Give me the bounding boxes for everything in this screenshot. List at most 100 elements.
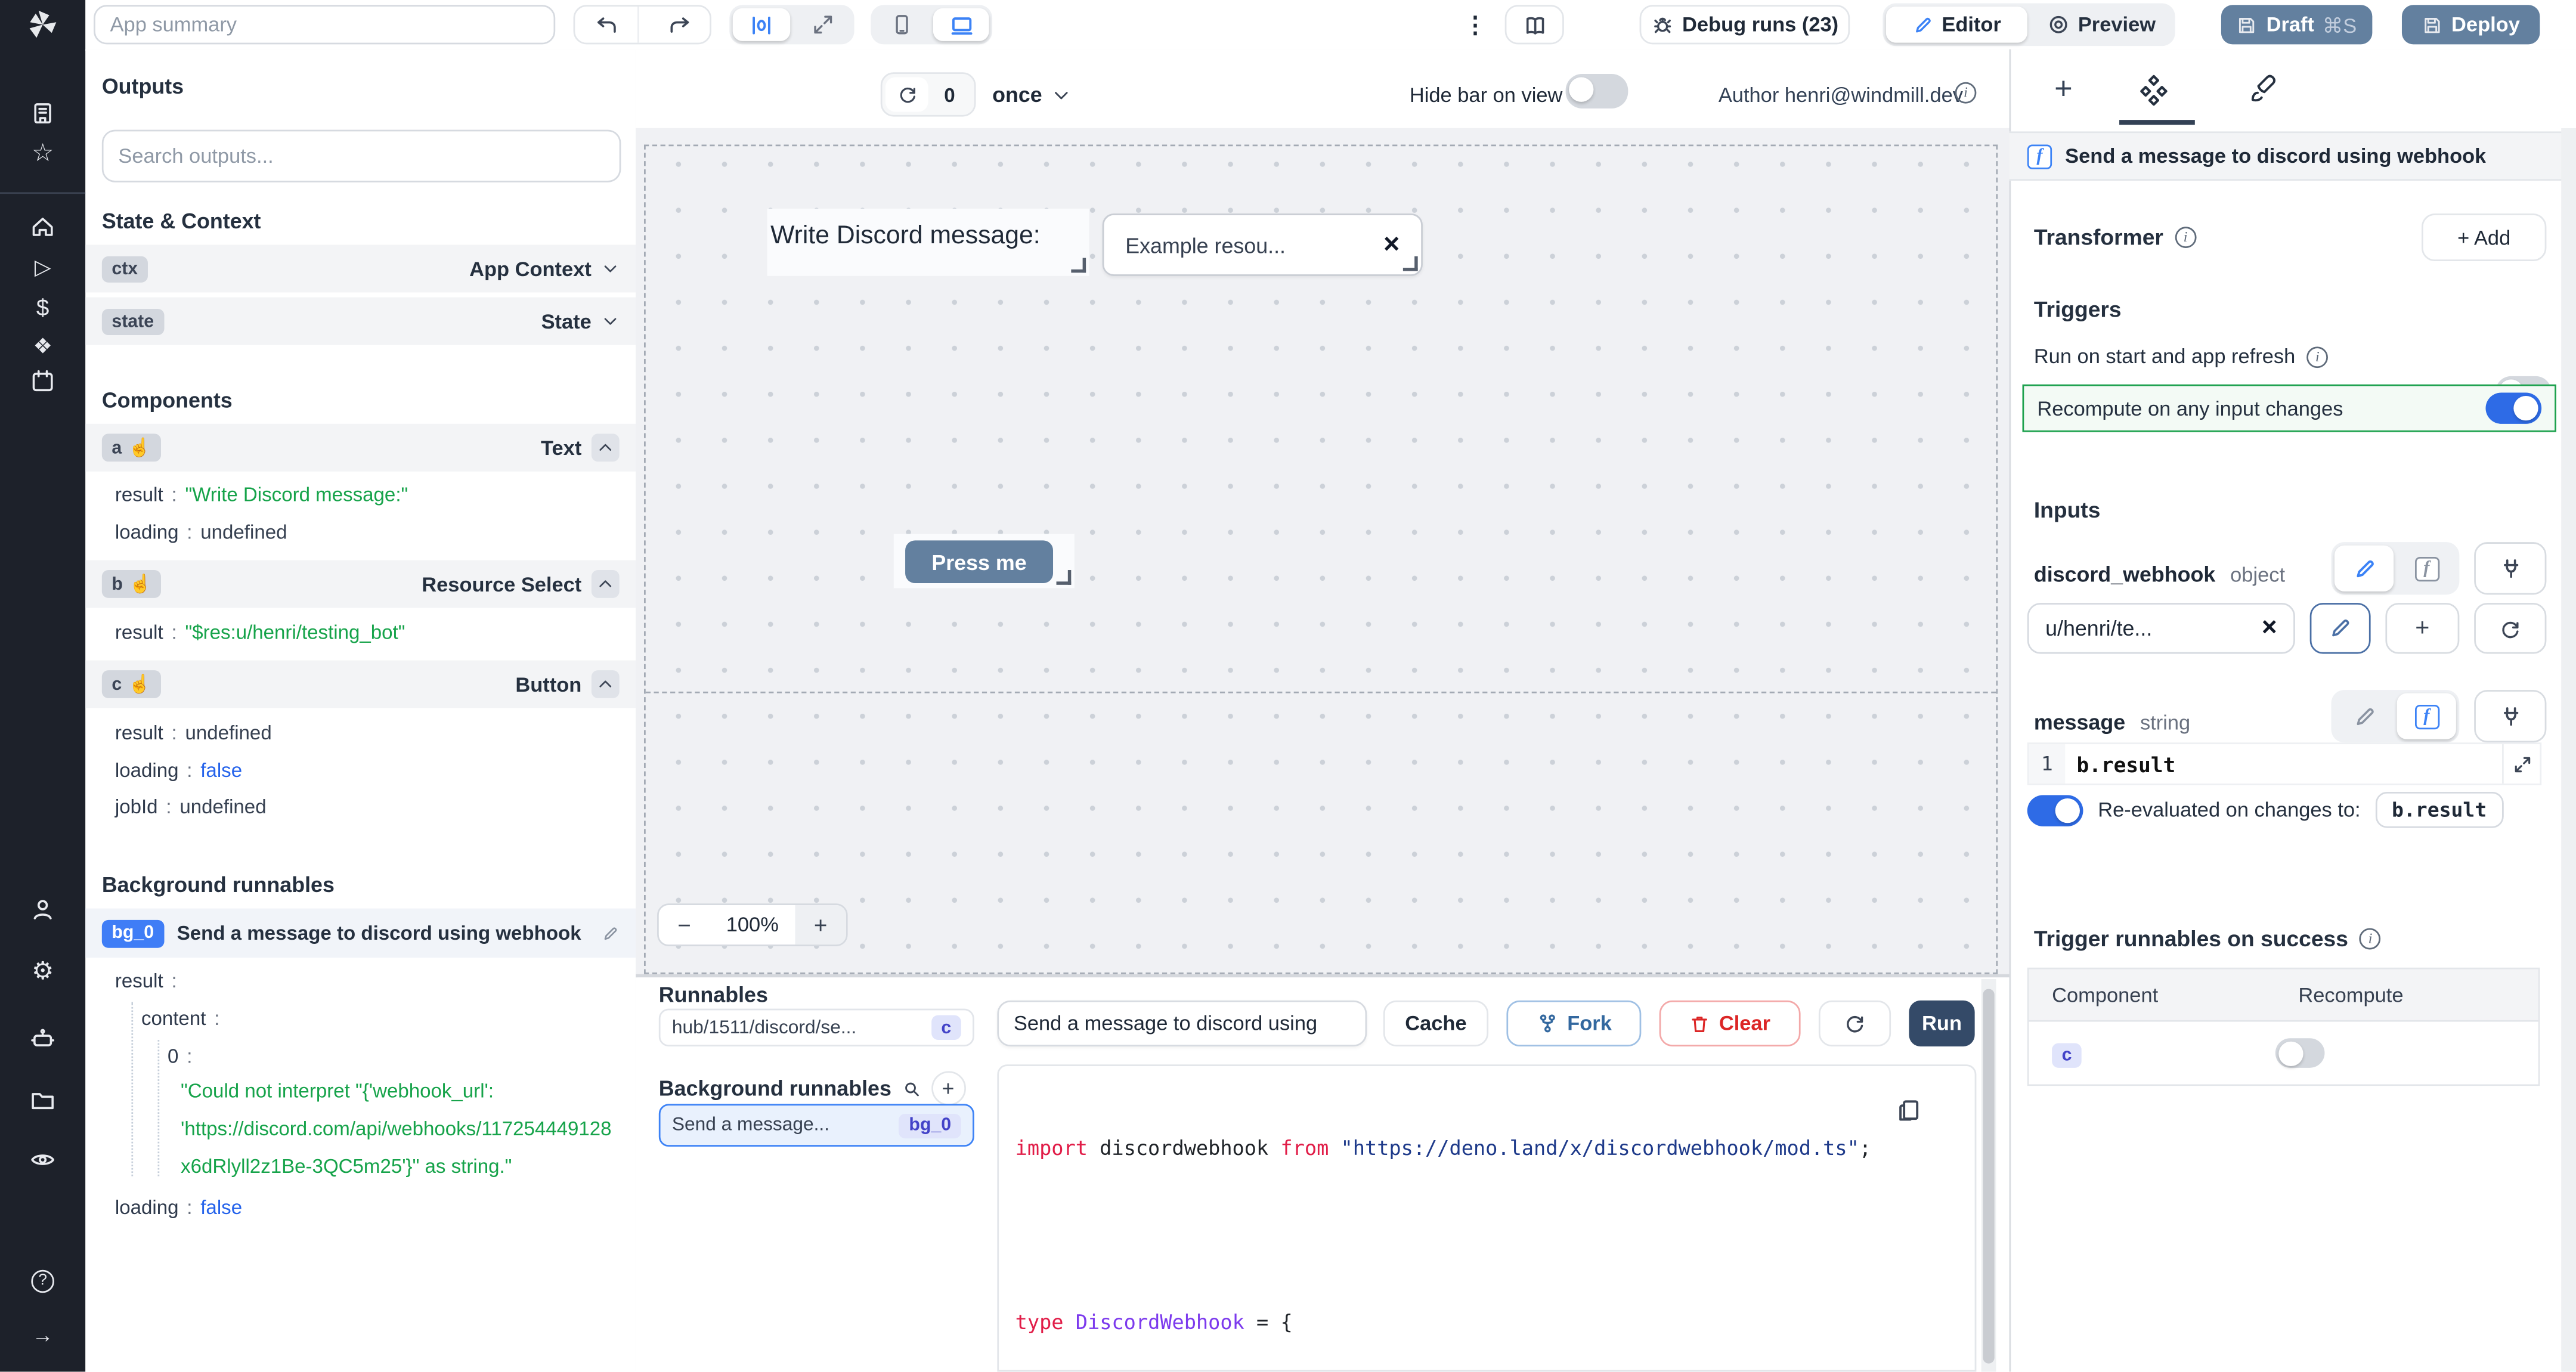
runnable-item[interactable]: hub/1511/discord/se... c bbox=[659, 1009, 974, 1046]
canvas-app-bottom-edge[interactable] bbox=[646, 692, 1996, 693]
eval-function-icon[interactable]: f bbox=[2397, 546, 2456, 591]
scrollbar-track[interactable] bbox=[2561, 128, 2576, 1372]
zoom-out-button[interactable]: − bbox=[659, 905, 710, 944]
ctx-row[interactable]: ctx App Context bbox=[85, 245, 636, 293]
clear-x-icon[interactable]: × bbox=[2262, 614, 2277, 643]
resize-handle[interactable] bbox=[1403, 256, 1418, 271]
expression-value[interactable]: b.result bbox=[2065, 744, 2502, 783]
reeval-target-badge[interactable]: b.result bbox=[2375, 792, 2503, 828]
info-icon[interactable]: i bbox=[2175, 227, 2196, 248]
redo-icon[interactable] bbox=[648, 7, 710, 43]
expand-expression-icon[interactable] bbox=[2502, 744, 2540, 783]
search-icon[interactable] bbox=[901, 1079, 921, 1098]
add-transformer-button[interactable]: + Add bbox=[2422, 213, 2546, 261]
runs-play-icon[interactable]: ▷ bbox=[30, 255, 56, 281]
button-component-wrapper[interactable]: Press me bbox=[894, 534, 1075, 588]
kebab-menu-icon[interactable]: ⋮ bbox=[1462, 8, 1488, 41]
deploy-button[interactable]: Deploy bbox=[2402, 5, 2540, 44]
draft-button[interactable]: Draft ⌘S bbox=[2221, 5, 2372, 44]
connect-plug-icon[interactable] bbox=[2474, 542, 2546, 594]
docs-book-button[interactable] bbox=[1505, 5, 1564, 44]
resize-handle[interactable] bbox=[1057, 570, 1072, 585]
help-icon[interactable]: ? bbox=[30, 1268, 56, 1294]
message-expression-editor[interactable]: 1 b.result bbox=[2027, 742, 2541, 785]
refresh-resource-button[interactable] bbox=[2474, 603, 2546, 654]
fork-button[interactable]: Fork bbox=[1506, 1001, 1641, 1046]
hide-bar-toggle[interactable] bbox=[1566, 74, 1628, 109]
component-a-row[interactable]: a☝ Text bbox=[85, 424, 636, 472]
debug-runs-button[interactable]: Debug runs (23) bbox=[1640, 5, 1850, 44]
chevron-up-icon[interactable] bbox=[592, 433, 620, 462]
resource-select-component[interactable]: Example resou... × bbox=[1103, 213, 1423, 276]
reeval-toggle[interactable] bbox=[2027, 794, 2083, 825]
resource-picker[interactable]: u/henri/te... × bbox=[2027, 603, 2295, 654]
resize-handle[interactable] bbox=[1071, 258, 1086, 273]
home-icon[interactable] bbox=[30, 213, 56, 240]
refresh-icon[interactable] bbox=[886, 77, 928, 112]
clear-button[interactable]: Clear bbox=[1659, 1001, 1801, 1046]
cache-button[interactable]: Cache bbox=[1383, 1001, 1488, 1046]
hide-bar-label: Hide bar on view bbox=[1410, 84, 1563, 107]
dollar-icon[interactable]: $ bbox=[30, 294, 56, 320]
user-icon[interactable] bbox=[30, 897, 56, 923]
chevron-up-icon[interactable] bbox=[592, 670, 620, 698]
chevron-down-icon[interactable] bbox=[601, 259, 619, 277]
tab-preview[interactable]: Preview bbox=[2030, 7, 2172, 43]
styling-brush-tab-icon[interactable] bbox=[2247, 72, 2280, 105]
inputs-title: Inputs bbox=[2034, 498, 2101, 522]
info-icon[interactable]: i bbox=[2307, 346, 2329, 367]
chevron-down-icon[interactable] bbox=[601, 312, 619, 330]
fullscreen-icon[interactable] bbox=[794, 8, 851, 41]
schedules-calendar-icon[interactable] bbox=[30, 368, 56, 394]
add-component-tab-icon[interactable]: + bbox=[2049, 76, 2079, 106]
eval-function-icon[interactable]: f bbox=[2397, 693, 2456, 739]
refresh-run-icon[interactable] bbox=[1819, 1001, 1891, 1046]
center-layout-icon[interactable] bbox=[733, 8, 790, 41]
undo-icon[interactable] bbox=[575, 7, 639, 43]
recompute-on-input-toggle[interactable] bbox=[2485, 392, 2541, 423]
code-editor[interactable]: import discordwebhook from "https://deno… bbox=[997, 1064, 1976, 1371]
zoom-in-button[interactable]: + bbox=[795, 905, 846, 944]
mobile-icon[interactable] bbox=[874, 8, 930, 41]
windmill-logo[interactable] bbox=[0, 0, 85, 49]
chevron-up-icon[interactable] bbox=[592, 570, 620, 598]
settings-gear-icon[interactable]: ⚙ bbox=[30, 959, 56, 986]
text-component[interactable]: Write Discord message: bbox=[767, 209, 1089, 276]
edit-resource-pencil-button[interactable] bbox=[2310, 603, 2371, 654]
search-outputs-input[interactable] bbox=[102, 130, 621, 182]
state-row[interactable]: state State bbox=[85, 298, 636, 345]
press-me-button[interactable]: Press me bbox=[905, 540, 1053, 583]
component-b-row[interactable]: b☝ Resource Select bbox=[85, 560, 636, 608]
run-button[interactable]: Run bbox=[1909, 1001, 1974, 1046]
tab-editor[interactable]: Editor bbox=[1886, 7, 2027, 43]
connect-plug-icon[interactable] bbox=[2474, 690, 2546, 742]
eye-icon[interactable] bbox=[30, 1147, 56, 1173]
star-icon[interactable]: ☆ bbox=[30, 141, 56, 168]
clear-x-icon[interactable]: × bbox=[1383, 228, 1400, 261]
desktop-icon[interactable] bbox=[933, 8, 989, 41]
bg-runnable-item-selected[interactable]: Send a message... bg_0 bbox=[659, 1104, 974, 1147]
folder-icon[interactable] bbox=[30, 1088, 56, 1114]
scrollbar-thumb[interactable] bbox=[1983, 989, 1994, 1364]
runnable-name-input[interactable] bbox=[997, 1001, 1367, 1046]
row-recompute-toggle[interactable] bbox=[2275, 1038, 2325, 1068]
collapse-arrow-icon[interactable]: → bbox=[30, 1323, 56, 1349]
scrollbar-track[interactable] bbox=[1981, 979, 1996, 1371]
copy-code-icon[interactable] bbox=[1896, 1097, 1922, 1123]
app-summary-input[interactable] bbox=[94, 5, 555, 44]
chevron-down-icon bbox=[1052, 85, 1072, 104]
bg0-row[interactable]: bg_0 Send a message to discord using web… bbox=[85, 909, 636, 958]
building-icon[interactable] bbox=[30, 100, 56, 126]
component-c-row[interactable]: c☝ Button bbox=[85, 661, 636, 708]
static-pencil-icon[interactable] bbox=[2334, 546, 2394, 591]
resources-cubes-icon[interactable]: ❖ bbox=[30, 333, 56, 360]
add-bg-runnable-button[interactable]: + bbox=[931, 1071, 965, 1105]
workers-robot-icon[interactable] bbox=[30, 1025, 56, 1051]
static-pencil-icon[interactable] bbox=[2334, 693, 2394, 739]
add-resource-button[interactable]: + bbox=[2385, 603, 2459, 654]
info-icon[interactable]: i bbox=[1955, 82, 1977, 104]
info-icon[interactable]: i bbox=[2360, 928, 2381, 950]
edit-pencil-icon[interactable] bbox=[601, 924, 619, 942]
component-settings-tab-icon[interactable] bbox=[2136, 72, 2172, 109]
frequency-select[interactable]: once bbox=[992, 82, 1072, 107]
